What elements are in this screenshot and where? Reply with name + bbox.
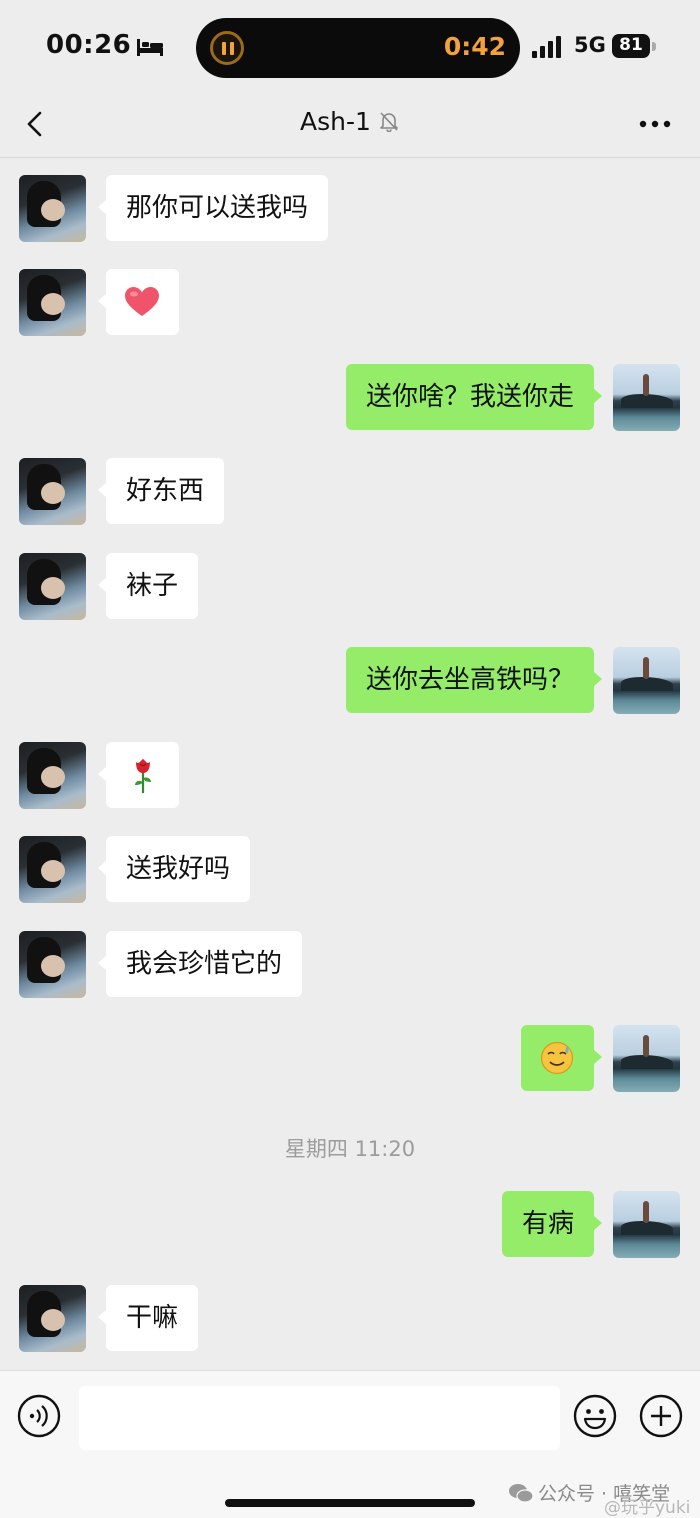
avatar[interactable] bbox=[613, 364, 680, 431]
message-row bbox=[0, 1025, 700, 1093]
status-bar: 00:26 0:42 5G 81 bbox=[0, 0, 700, 95]
wechat-logo-icon bbox=[509, 1484, 534, 1503]
dynamic-island[interactable]: 0:42 bbox=[196, 18, 520, 78]
message-row: 好东西 bbox=[0, 458, 700, 526]
message-bubble[interactable]: 好东西 bbox=[97, 458, 225, 524]
avatar[interactable] bbox=[19, 175, 86, 242]
chat-header: Ash-1 bbox=[0, 95, 700, 158]
avatar[interactable] bbox=[613, 1025, 680, 1092]
message-bubble[interactable]: 干嘛 bbox=[97, 1285, 199, 1351]
message-row: 那你可以送我吗 bbox=[0, 175, 700, 243]
status-time: 00:26 bbox=[46, 30, 132, 60]
rose-emoji-icon bbox=[135, 759, 151, 793]
message-bubble[interactable]: 那你可以送我吗 bbox=[97, 175, 329, 241]
message-bubble[interactable]: 有病 bbox=[501, 1191, 603, 1257]
message-row: 袜子 bbox=[0, 553, 700, 621]
avatar[interactable] bbox=[19, 931, 86, 998]
message-bubble[interactable] bbox=[98, 742, 179, 808]
avatar[interactable] bbox=[613, 647, 680, 714]
message-input[interactable] bbox=[79, 1386, 560, 1450]
message-bubble[interactable]: 袜子 bbox=[97, 553, 199, 619]
message-row: 干嘛 bbox=[0, 1285, 700, 1353]
message-row: 送我好吗 bbox=[0, 836, 700, 904]
heart-emoji-icon bbox=[125, 287, 159, 316]
message-bubble[interactable]: 送你啥？我送你走 bbox=[345, 364, 603, 430]
input-bar: 公众号 · 嘻笑堂 @玩乎yuki bbox=[0, 1370, 700, 1518]
battery-icon: 81 bbox=[612, 34, 658, 58]
home-indicator[interactable] bbox=[225, 1499, 475, 1507]
avatar[interactable] bbox=[19, 269, 86, 336]
chat-area[interactable]: 那你可以送我吗 送你啥？我送你走 好东西 袜子 送你去坐高铁吗？ 送我好吗 我会… bbox=[0, 157, 700, 1370]
battery-level: 81 bbox=[619, 35, 643, 55]
emoji-icon[interactable] bbox=[573, 1394, 617, 1438]
bed-icon bbox=[137, 39, 163, 56]
plus-icon[interactable] bbox=[639, 1394, 683, 1438]
network-type: 5G bbox=[574, 33, 606, 57]
avatar[interactable] bbox=[613, 1191, 680, 1258]
message-row: 送你啥？我送你走 bbox=[0, 364, 700, 432]
message-row: 我会珍惜它的 bbox=[0, 931, 700, 999]
message-row: 送你去坐高铁吗？ bbox=[0, 647, 700, 715]
sweat-smile-emoji-icon bbox=[540, 1041, 574, 1075]
more-icon[interactable] bbox=[638, 119, 672, 129]
title-wrap: Ash-1 bbox=[0, 107, 700, 136]
message-bubble[interactable] bbox=[521, 1025, 602, 1091]
message-row: 有病 bbox=[0, 1191, 700, 1259]
avatar[interactable] bbox=[19, 836, 86, 903]
signal-icon bbox=[532, 36, 561, 58]
avatar[interactable] bbox=[19, 553, 86, 620]
watermark-secondary: @玩乎yuki bbox=[604, 1498, 691, 1518]
timestamp: 星期四 11:20 bbox=[284, 1137, 416, 1161]
message-bubble[interactable]: 送我好吗 bbox=[97, 836, 251, 902]
avatar[interactable] bbox=[19, 458, 86, 525]
mute-bell-icon bbox=[380, 112, 398, 132]
avatar[interactable] bbox=[19, 1285, 86, 1352]
message-row bbox=[0, 269, 700, 337]
message-row bbox=[0, 742, 700, 810]
chat-title[interactable]: Ash-1 bbox=[300, 107, 371, 136]
message-bubble[interactable]: 送你去坐高铁吗？ bbox=[345, 647, 603, 713]
pause-icon[interactable] bbox=[210, 31, 244, 65]
avatar[interactable] bbox=[19, 742, 86, 809]
message-bubble[interactable] bbox=[98, 269, 179, 335]
voice-icon[interactable] bbox=[17, 1394, 61, 1438]
call-timer: 0:42 bbox=[443, 32, 506, 61]
message-bubble[interactable]: 我会珍惜它的 bbox=[97, 931, 303, 997]
